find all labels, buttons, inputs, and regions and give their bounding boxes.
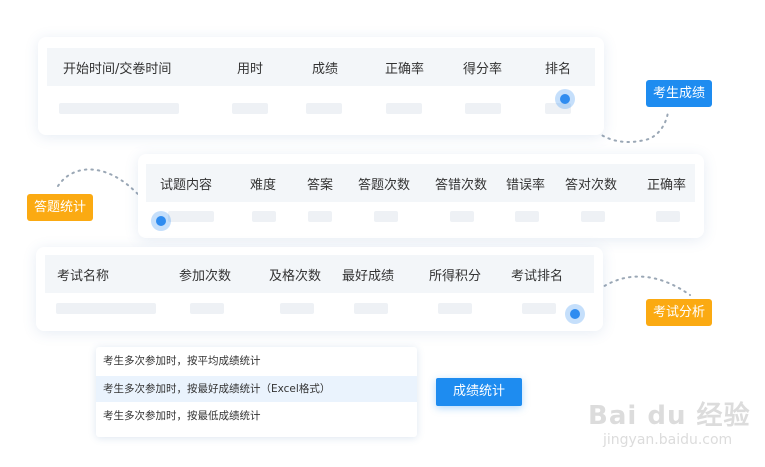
exam-summary-header: 考试名称 参加次数 及格次数 最好成绩 所得积分 考试排名 [45, 255, 594, 293]
placeholder-cell [190, 303, 224, 314]
highlight-dot-rank [555, 89, 575, 109]
placeholder-cell [168, 211, 214, 222]
baidu-watermark-url: jingyan.baidu.com [603, 432, 733, 448]
col-points-earned: 所得积分 [429, 268, 482, 284]
col-wrong-count: 答错次数 [435, 177, 488, 193]
placeholder-cell [59, 103, 179, 114]
question-stats-card: 试题内容 难度 答案 答题次数 答错次数 错误率 答对次数 正确率 [138, 154, 704, 238]
col-correct-count: 答对次数 [565, 177, 618, 193]
placeholder-cell [386, 103, 422, 114]
col-answer-count: 答题次数 [358, 177, 411, 193]
col-error-rate: 错误率 [506, 177, 546, 193]
col-answer: 答案 [307, 177, 334, 193]
placeholder-cell [374, 211, 398, 222]
col-start-end-time: 开始时间/交卷时间 [63, 61, 172, 77]
col-duration: 用时 [237, 61, 264, 77]
col-difficulty: 难度 [250, 177, 277, 193]
tag-question-stats: 答题统计 [27, 194, 94, 221]
highlight-dot-question [151, 211, 171, 231]
tag-exam-analysis: 考试分析 [646, 299, 713, 326]
col-accuracy: 正确率 [385, 61, 425, 77]
tag-candidate-score: 考生成绩 [646, 80, 713, 107]
col-score-rate: 得分率 [463, 61, 503, 77]
menu-item-average[interactable]: 考生多次参加时，按平均成绩统计 [96, 348, 417, 374]
col-exam-name: 考试名称 [57, 268, 110, 284]
score-stats-menu: 考生多次参加时，按平均成绩统计 考生多次参加时，按最好成绩统计（Excel格式）… [96, 347, 417, 437]
baidu-watermark-logo: Bai du 经验 [588, 401, 751, 431]
placeholder-cell [306, 103, 342, 114]
question-stats-header: 试题内容 难度 答案 答题次数 答错次数 错误率 答对次数 正确率 [146, 164, 695, 202]
placeholder-cell [438, 303, 472, 314]
col-score: 成绩 [312, 61, 339, 77]
col-best-score: 最好成绩 [342, 268, 395, 284]
exam-record-card: 开始时间/交卷时间 用时 成绩 正确率 得分率 排名 [38, 37, 604, 135]
col-exam-rank: 考试排名 [511, 268, 564, 284]
highlight-dot-exam-rank [565, 304, 585, 324]
placeholder-cell [515, 211, 539, 222]
col-correct-rate: 正确率 [647, 177, 687, 193]
placeholder-cell [280, 303, 314, 314]
score-stats-button[interactable]: 成绩统计 [436, 378, 522, 406]
placeholder-cell [308, 211, 332, 222]
placeholder-cell [581, 211, 605, 222]
exam-summary-card: 考试名称 参加次数 及格次数 最好成绩 所得积分 考试排名 [36, 247, 603, 331]
menu-item-best-excel[interactable]: 考生多次参加时，按最好成绩统计（Excel格式） [96, 376, 417, 402]
placeholder-cell [656, 211, 680, 222]
col-attempt-count: 参加次数 [179, 268, 232, 284]
placeholder-cell [56, 303, 156, 314]
col-rank: 排名 [545, 61, 572, 77]
exam-record-header: 开始时间/交卷时间 用时 成绩 正确率 得分率 排名 [47, 48, 595, 86]
placeholder-cell [232, 103, 268, 114]
placeholder-cell [354, 303, 388, 314]
col-pass-count: 及格次数 [269, 268, 322, 284]
placeholder-cell [465, 103, 501, 114]
placeholder-cell [522, 303, 556, 314]
col-question-content: 试题内容 [160, 177, 213, 193]
placeholder-cell [252, 211, 276, 222]
menu-item-lowest[interactable]: 考生多次参加时，按最低成绩统计 [96, 403, 417, 429]
placeholder-cell [450, 211, 474, 222]
